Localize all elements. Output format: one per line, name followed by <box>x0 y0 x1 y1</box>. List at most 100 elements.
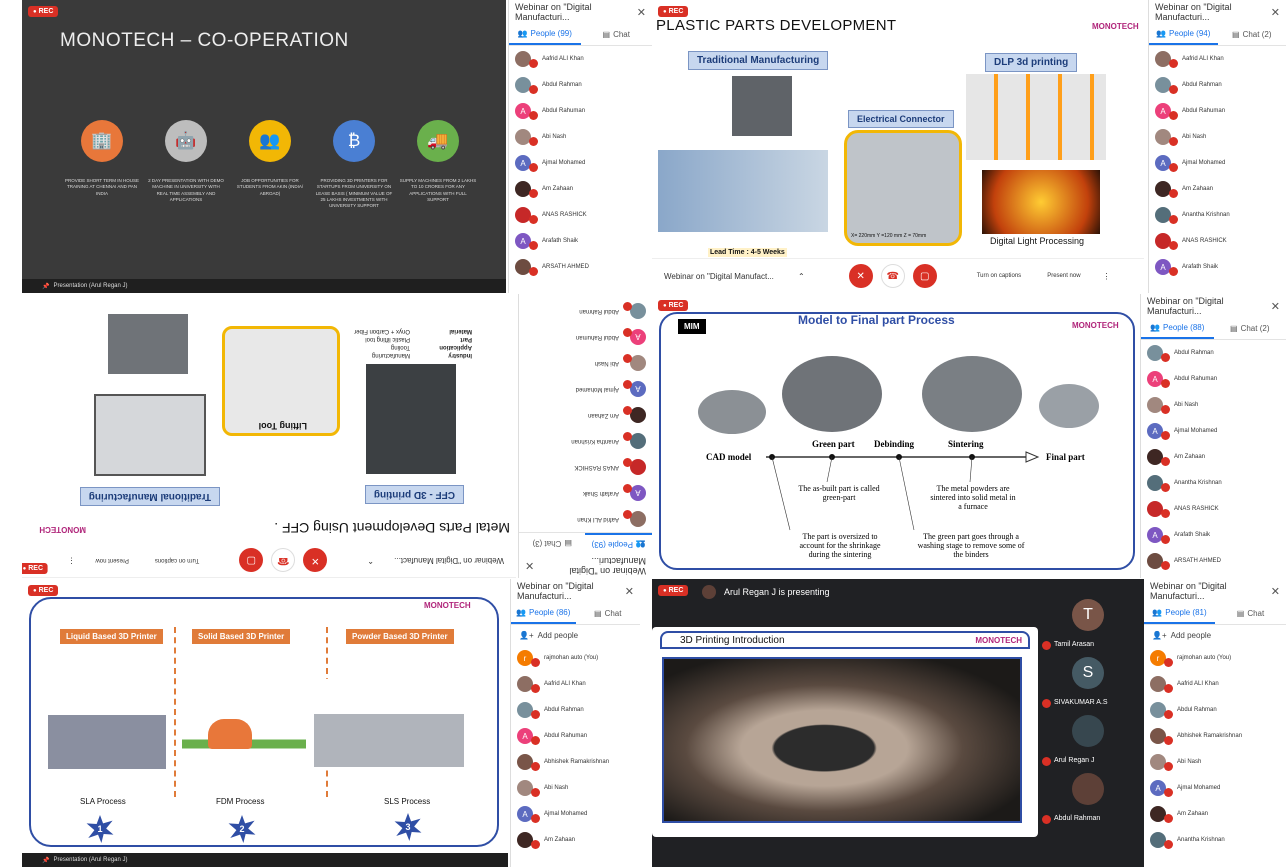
mic-off-button[interactable]: ✕ <box>848 264 873 288</box>
participant-row[interactable]: r rajmohan auto (You) <box>1144 645 1286 671</box>
video-tile[interactable]: Abdul Rahman <box>1038 773 1144 829</box>
participant-row[interactable]: A Arafath Shaik <box>519 480 652 506</box>
participant-row[interactable]: A Arafath Shaik <box>1149 254 1286 280</box>
participant-row[interactable]: A Ajmal Mohamed <box>1141 418 1286 444</box>
mic-off-button[interactable]: ✕ <box>303 548 328 573</box>
more-options-icon[interactable]: ⋮ <box>67 556 75 565</box>
spec-value: Onyx + Carbon Fiber <box>354 328 410 334</box>
participant-row[interactable]: A Abdul Rahuman <box>509 98 652 124</box>
participant-row[interactable]: ARSATH AHMED <box>509 254 652 280</box>
chat-icon: ▤ <box>564 539 572 548</box>
chevron-up-icon[interactable]: ⌃ <box>798 272 805 281</box>
captions-button[interactable]: Turn on captions <box>977 273 1021 279</box>
participant-row[interactable]: A Ajmal Mohamed <box>1149 150 1286 176</box>
participant-row[interactable]: A Ajmal Mohamed <box>1144 775 1286 801</box>
close-icon[interactable]: ✕ <box>637 6 646 19</box>
participant-row[interactable]: Abhishek Ramakrishnan <box>1144 723 1286 749</box>
participant-row[interactable]: A Abdul Rahuman <box>1149 98 1286 124</box>
participant-row[interactable]: Abi Nash <box>1149 124 1286 150</box>
tab-chat[interactable]: ▤ Chat (2) <box>1218 24 1286 45</box>
participant-row[interactable]: r rajmohan auto (You) <box>511 645 640 671</box>
participant-row[interactable]: Abi Nash <box>519 350 652 376</box>
participant-row[interactable]: ANAS RASHICK <box>509 202 652 228</box>
participant-row[interactable]: Am Zahaan <box>1144 801 1286 827</box>
close-icon[interactable]: ✕ <box>1271 6 1280 19</box>
video-tile[interactable]: T Tamil Arasan <box>1038 599 1144 655</box>
mold-image <box>732 76 792 136</box>
participant-row[interactable]: Abi Nash <box>1141 392 1286 418</box>
tab-chat[interactable]: ▤ Chat (2) <box>1214 318 1286 339</box>
spec-label: Application <box>439 344 472 350</box>
participant-row[interactable]: Aafrid ALI Khan <box>509 46 652 72</box>
participant-row[interactable]: Anantha Krishnan <box>1149 202 1286 228</box>
participant-row[interactable]: Abdul Rahman <box>1144 697 1286 723</box>
add-people-button[interactable]: 👤+ Add people <box>1144 625 1286 645</box>
participant-row[interactable]: Am Zahaan <box>519 402 652 428</box>
participant-row[interactable]: A Abdul Rahuman <box>511 723 640 749</box>
tab-people[interactable]: 👥 People (86) <box>511 603 576 624</box>
participant-row[interactable]: A Ajmal Mohamed <box>519 376 652 402</box>
tab-people[interactable]: 👥 People (88) <box>1141 318 1214 339</box>
tab-chat[interactable]: ▤ Chat (3) <box>519 533 586 554</box>
participant-row[interactable]: Aafrid ALI Khan <box>1144 671 1286 697</box>
add-people-button[interactable]: 👤+ Add people <box>511 625 640 645</box>
participant-row[interactable]: A Arafath Shaik <box>509 228 652 254</box>
present-button[interactable]: Present now <box>95 558 128 564</box>
participant-row[interactable]: Anantha Krishnan <box>519 428 652 454</box>
participant-row[interactable]: Aafrid ALI Khan <box>511 671 640 697</box>
participant-row[interactable]: Am Zahaan <box>511 827 640 853</box>
participant-row[interactable]: Abdul Rahman <box>1141 340 1286 366</box>
participant-row[interactable]: Abdul Rahman <box>519 298 652 324</box>
participant-row[interactable]: Abi Nash <box>509 124 652 150</box>
video-tile[interactable]: Arul Regan J <box>1038 715 1144 771</box>
tab-people[interactable]: 👥 People (93) <box>585 533 652 554</box>
mic-muted-icon <box>1164 761 1173 771</box>
tab-people[interactable]: 👥 People (94) <box>1149 24 1218 45</box>
close-icon[interactable]: ✕ <box>525 560 534 573</box>
camera-off-button[interactable]: ▢ <box>912 264 937 288</box>
participant-row[interactable]: Aafrid ALI Khan <box>519 506 652 532</box>
pin-icon[interactable]: 📌 <box>42 283 49 290</box>
more-options-icon[interactable]: ⋮ <box>1103 272 1111 281</box>
mic-muted-icon <box>529 214 538 224</box>
participant-row[interactable]: Aafrid ALI Khan <box>1149 46 1286 72</box>
participant-row[interactable]: A Ajmal Mohamed <box>509 150 652 176</box>
tab-people[interactable]: 👥 People (99) <box>509 24 581 45</box>
participant-row[interactable]: Abi Nash <box>1144 749 1286 775</box>
close-icon[interactable]: ✕ <box>1271 585 1280 598</box>
tab-chat[interactable]: ▤ Chat <box>581 24 653 45</box>
participant-row[interactable]: Am Zahaan <box>509 176 652 202</box>
camera-off-button[interactable]: ▢ <box>239 548 264 573</box>
cooperation-text: PROVIDE SHORT TERM IN HOUSE TRAINING AT … <box>64 178 139 196</box>
participant-row[interactable]: Am Zahaan <box>1149 176 1286 202</box>
chevron-up-icon[interactable]: ⌃ <box>367 556 374 565</box>
hangup-button[interactable]: ☎ <box>271 548 296 573</box>
participant-row[interactable]: ANAS RASHICK <box>1149 228 1286 254</box>
participant-row[interactable]: A Abdul Rahuman <box>519 324 652 350</box>
hangup-button[interactable]: ☎ <box>880 264 905 288</box>
participant-row[interactable]: Anantha Krishnan <box>1144 827 1286 853</box>
captions-button[interactable]: Turn on captions <box>155 558 199 564</box>
participant-row[interactable]: ANAS RASHICK <box>519 454 652 480</box>
tab-people[interactable]: 👥 People (81) <box>1144 603 1215 624</box>
tab-chat[interactable]: ▤ Chat <box>1215 603 1286 624</box>
panel-tabs: 👥 People (88) ▤ Chat (2) <box>1141 318 1286 340</box>
participant-row[interactable]: A Arafath Shaik <box>1141 522 1286 548</box>
participant-row[interactable]: Abdul Rahman <box>509 72 652 98</box>
participant-row[interactable]: ANAS RASHICK <box>1141 496 1286 522</box>
participant-row[interactable]: A Abdul Rahuman <box>1141 366 1286 392</box>
participant-row[interactable]: A Ajmal Mohamed <box>511 801 640 827</box>
pin-icon[interactable]: 📌 <box>42 857 49 864</box>
tab-chat[interactable]: ▤ Chat <box>576 603 641 624</box>
participant-row[interactable]: Abi Nash <box>511 775 640 801</box>
close-icon[interactable]: ✕ <box>1271 300 1280 313</box>
participant-row[interactable]: ARSATH AHMED <box>1141 548 1286 574</box>
close-icon[interactable]: ✕ <box>625 585 634 598</box>
participant-row[interactable]: Am Zahaan <box>1141 444 1286 470</box>
video-tile[interactable]: S SIVAKUMAR A.S <box>1038 657 1144 713</box>
participant-row[interactable]: Abdul Rahman <box>1149 72 1286 98</box>
participant-row[interactable]: Abdul Rahman <box>511 697 640 723</box>
participant-row[interactable]: Anantha Krishnan <box>1141 470 1286 496</box>
present-button[interactable]: Present now <box>1047 273 1080 279</box>
participant-row[interactable]: Abhishek Ramakrishnan <box>511 749 640 775</box>
